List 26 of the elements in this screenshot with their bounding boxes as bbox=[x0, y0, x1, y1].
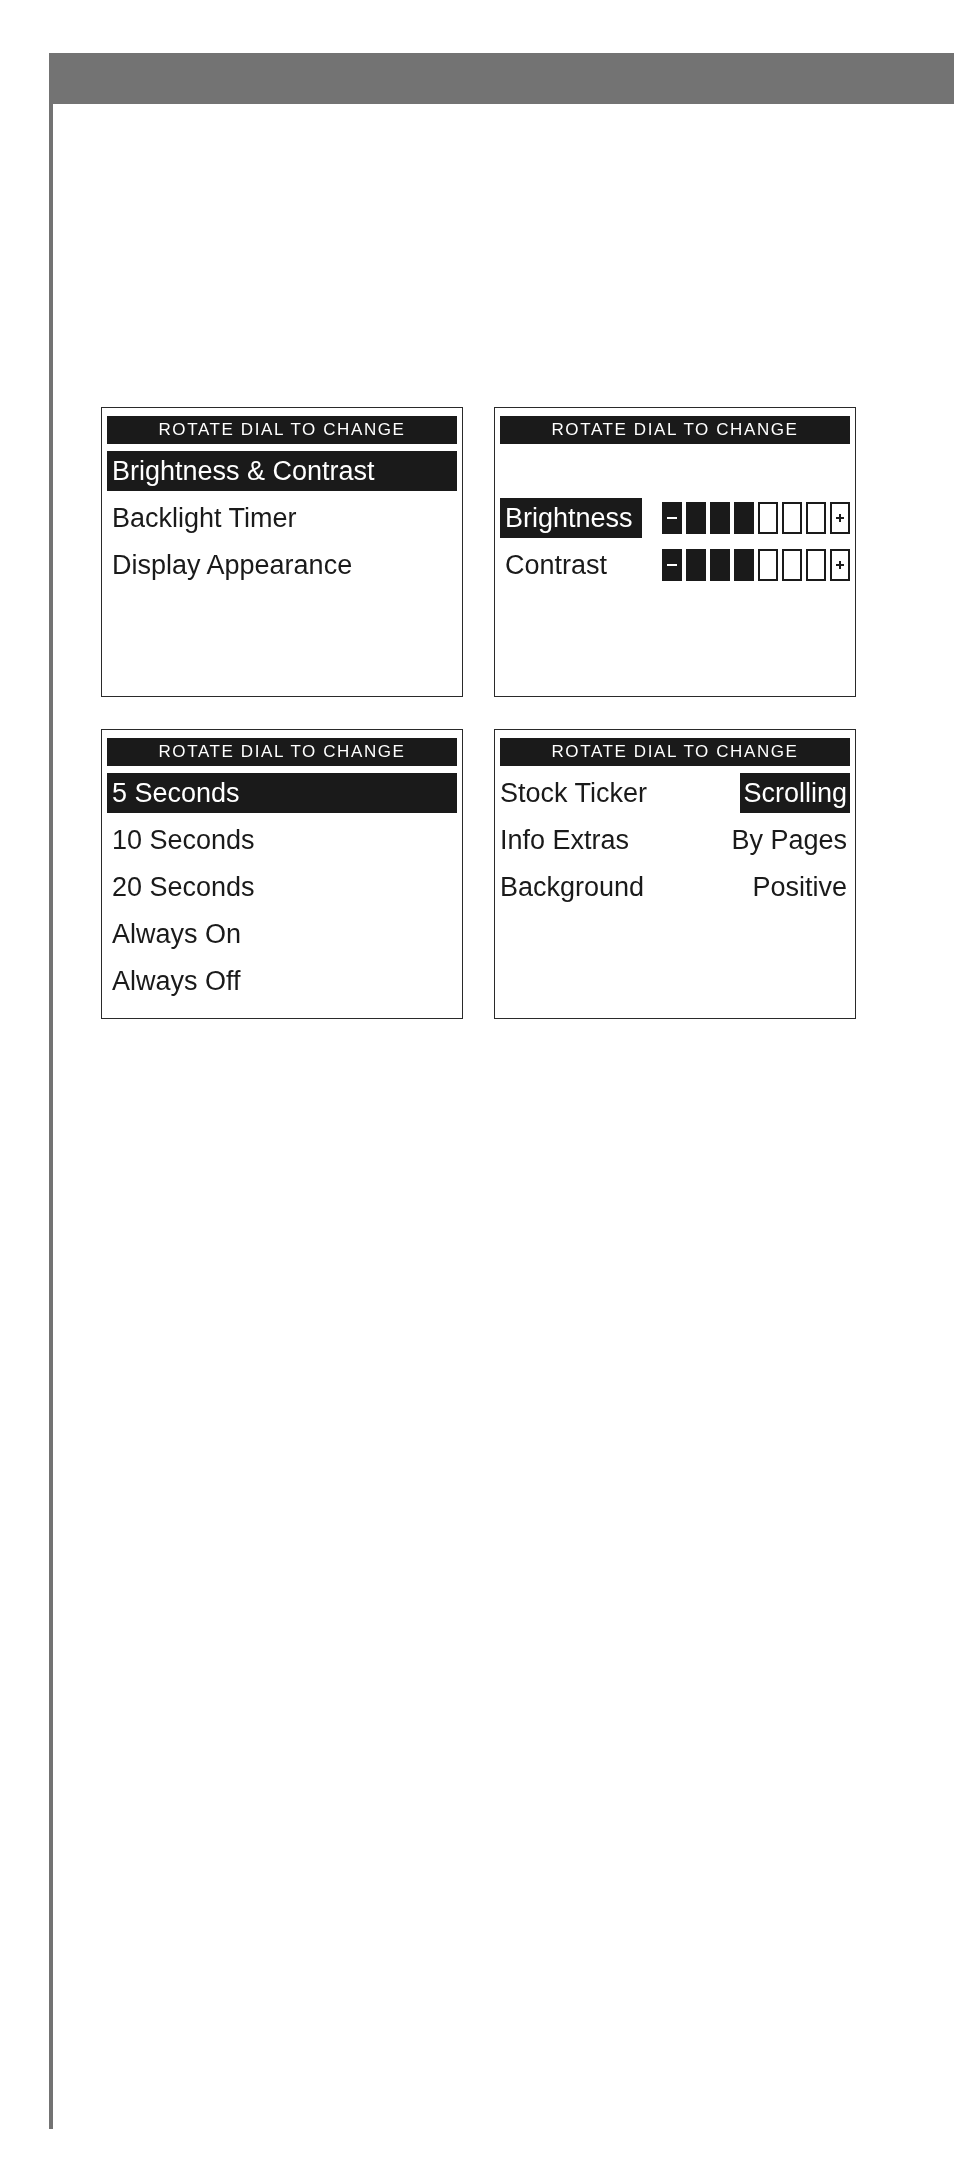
menu-item[interactable]: 20 Seconds bbox=[107, 867, 457, 907]
setting-label[interactable]: Brightness bbox=[500, 498, 642, 538]
setting-label: Stock Ticker bbox=[500, 777, 648, 810]
plus-icon bbox=[836, 561, 844, 569]
screen-title: ROTATE DIAL TO CHANGE bbox=[107, 416, 457, 444]
setting-label: Background bbox=[500, 871, 645, 904]
menu-item[interactable]: 10 Seconds bbox=[107, 820, 457, 860]
setting-label: Info Extras bbox=[500, 824, 630, 857]
menu-item[interactable]: Always Off bbox=[107, 961, 457, 1001]
minus-icon bbox=[667, 517, 677, 519]
setting-value[interactable]: Positive bbox=[749, 867, 850, 907]
screen-title: ROTATE DIAL TO CHANGE bbox=[500, 416, 850, 444]
screen-title: ROTATE DIAL TO CHANGE bbox=[107, 738, 457, 766]
menu-item[interactable]: 5 Seconds bbox=[107, 773, 457, 813]
setting-value[interactable]: Scrolling bbox=[740, 773, 850, 813]
level-bar-track[interactable] bbox=[662, 549, 850, 581]
menu-item[interactable]: Backlight Timer bbox=[107, 498, 457, 538]
menu-item[interactable]: Brightness & Contrast bbox=[107, 451, 457, 491]
menu-item[interactable]: Display Appearance bbox=[107, 545, 457, 585]
setting-label[interactable]: Contrast bbox=[500, 545, 642, 585]
level-bar-track[interactable] bbox=[662, 502, 850, 534]
minus-icon bbox=[667, 564, 677, 566]
setting-value[interactable]: By Pages bbox=[728, 820, 850, 860]
screen-title: ROTATE DIAL TO CHANGE bbox=[500, 738, 850, 766]
menu-item[interactable]: Always On bbox=[107, 914, 457, 954]
plus-icon bbox=[836, 514, 844, 522]
